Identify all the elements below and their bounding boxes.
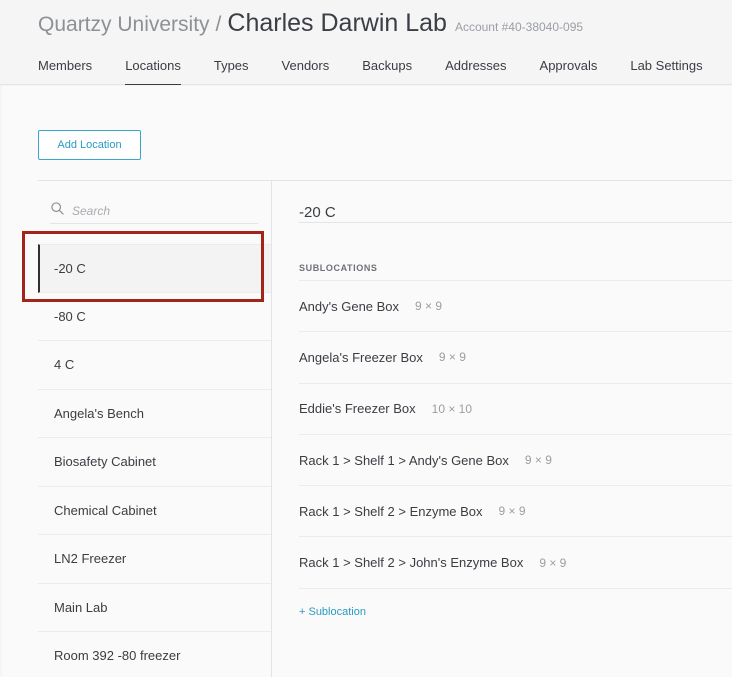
sublocation-dimensions: 9 × 9	[539, 555, 567, 570]
account-number: Account #40-38040-095	[454, 20, 584, 34]
sublocation-dimensions: 9 × 9	[498, 504, 526, 519]
org-name[interactable]: Quartzy University	[38, 13, 210, 37]
sublocation-dimensions: 9 × 9	[415, 299, 443, 314]
tab-vendors[interactable]: Vendors	[282, 58, 330, 85]
location-item[interactable]: Main Lab	[38, 584, 271, 632]
sublocation-item[interactable]: Rack 1 > Shelf 2 > Enzyme Box 9 × 9	[299, 486, 732, 538]
sublocation-item[interactable]: Rack 1 > Shelf 2 > John's Enzyme Box 9 ×…	[299, 537, 732, 589]
sublocation-item[interactable]: Angela's Freezer Box 9 × 9	[299, 332, 732, 384]
sublocation-item[interactable]: Andy's Gene Box 9 × 9	[299, 281, 732, 333]
location-detail-title: -20 C	[299, 204, 336, 221]
sublocation-item[interactable]: Eddie's Freezer Box 10 × 10	[299, 384, 732, 435]
tab-locations[interactable]: Locations	[125, 58, 181, 85]
page-title: Quartzy University / Charles Darwin Lab …	[38, 9, 583, 38]
lab-name: Charles Darwin Lab	[227, 9, 447, 37]
tab-addresses[interactable]: Addresses	[445, 58, 506, 85]
location-item[interactable]: 4 C	[38, 341, 271, 390]
sublocation-name: Eddie's Freezer Box	[299, 401, 416, 417]
sublocation-dimensions: 10 × 10	[431, 401, 473, 416]
page-header: Quartzy University / Charles Darwin Lab …	[0, 0, 732, 85]
divider	[38, 180, 732, 181]
search-icon	[51, 202, 64, 215]
tab-types[interactable]: Types	[214, 58, 249, 85]
sublocation-list: Andy's Gene Box 9 × 9 Angela's Freezer B…	[299, 280, 732, 589]
divider	[299, 222, 732, 223]
sublocation-item[interactable]: Rack 1 > Shelf 1 > Andy's Gene Box 9 × 9	[299, 435, 732, 487]
tab-members[interactable]: Members	[38, 58, 92, 85]
sublocation-name: Rack 1 > Shelf 2 > Enzyme Box	[299, 503, 483, 519]
tab-backups[interactable]: Backups	[362, 58, 412, 85]
sublocation-name: Andy's Gene Box	[299, 298, 400, 314]
location-list: -20 C -80 C 4 C Angela's Bench Biosafety…	[38, 244, 271, 677]
location-item[interactable]: Chemical Cabinet	[38, 487, 271, 535]
location-item[interactable]: Angela's Bench	[38, 390, 271, 438]
column-divider	[271, 180, 272, 677]
location-item[interactable]: LN2 Freezer	[38, 535, 271, 584]
location-item[interactable]: -80 C	[38, 293, 271, 341]
location-search	[50, 200, 258, 224]
sublocation-dimensions: 9 × 9	[524, 453, 552, 468]
sublocation-name: Rack 1 > Shelf 1 > Andy's Gene Box	[299, 452, 509, 468]
sublocation-name: Angela's Freezer Box	[299, 349, 423, 365]
sublocation-name: Rack 1 > Shelf 2 > John's Enzyme Box	[299, 555, 524, 571]
tab-bar: Members Locations Types Vendors Backups …	[38, 58, 732, 85]
tab-lab-settings[interactable]: Lab Settings	[630, 58, 702, 85]
location-item[interactable]: Room 392 -80 freezer	[38, 632, 271, 677]
add-location-button[interactable]: Add Location	[38, 130, 141, 160]
sublocation-dimensions: 9 × 9	[438, 350, 466, 365]
location-item-selected[interactable]: -20 C	[38, 244, 271, 293]
sublocations-heading: SUBLOCATIONS	[299, 263, 378, 273]
locations-panel: Add Location -20 C -80 C 4 C Angela's Be…	[2, 86, 732, 677]
tab-approvals[interactable]: Approvals	[540, 58, 598, 85]
search-input[interactable]	[72, 200, 252, 222]
location-item[interactable]: Biosafety Cabinet	[38, 438, 271, 487]
title-separator: /	[215, 13, 222, 36]
add-sublocation-link[interactable]: + Sublocation	[299, 606, 366, 618]
